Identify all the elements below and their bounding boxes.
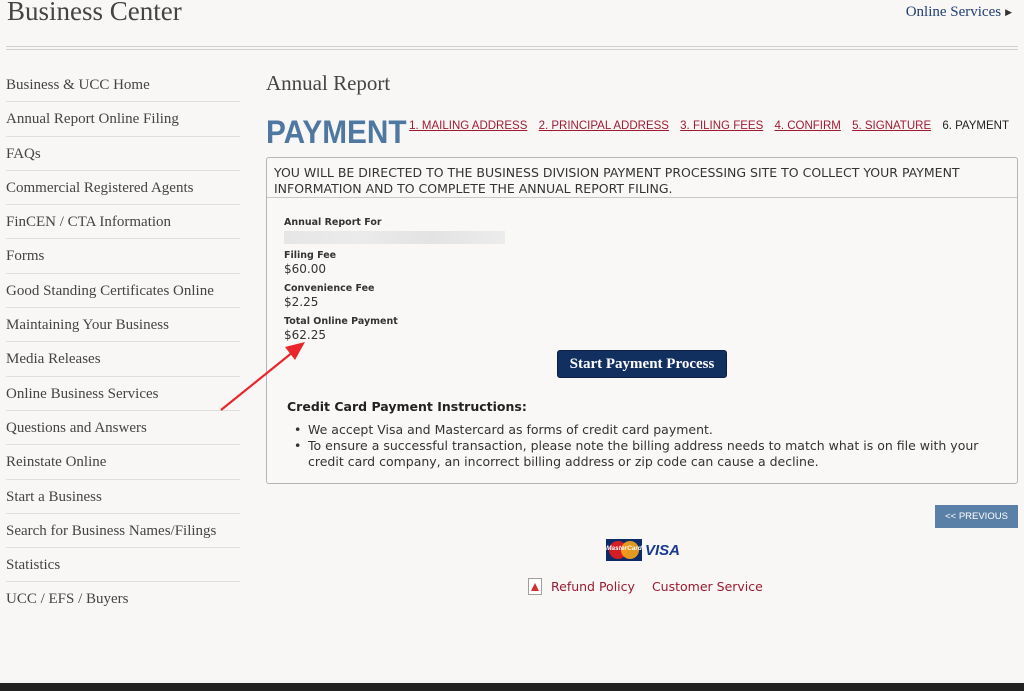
card-logos: MasterCard VISA [606, 539, 680, 561]
online-services-link[interactable]: Online Services ▶ [906, 4, 1012, 21]
sidebar-item-statistics[interactable]: Statistics [6, 548, 240, 583]
total-online-payment-label: Total Online Payment [284, 316, 398, 327]
annual-report-for-label: Annual Report For [284, 217, 382, 228]
convenience-fee-label: Convenience Fee [284, 283, 375, 294]
sidebar-item-good-standing-certificates[interactable]: Good Standing Certificates Online [6, 274, 240, 309]
step-mailing-address[interactable]: 1. MAILING ADDRESS [409, 120, 527, 132]
cc-instructions-title: Credit Card Payment Instructions: [287, 399, 527, 414]
pdf-icon [528, 578, 542, 595]
sidebar-item-media-releases[interactable]: Media Releases [6, 342, 240, 377]
list-item: We accept Visa and Mastercard as forms o… [294, 422, 994, 438]
step-principal-address[interactable]: 2. PRINCIPAL ADDRESS [539, 120, 669, 132]
total-online-payment-value: $62.25 [284, 328, 326, 342]
previous-button[interactable]: << PREVIOUS [935, 505, 1018, 528]
filing-fee-value: $60.00 [284, 262, 326, 276]
bottom-bar [0, 683, 1024, 691]
mastercard-logo-text: MasterCard [606, 545, 642, 552]
convenience-fee-value: $2.25 [284, 295, 319, 309]
sidebar-item-annual-report-online-filing[interactable]: Annual Report Online Filing [6, 102, 240, 137]
header-divider [6, 46, 1018, 50]
sidebar-item-forms[interactable]: Forms [6, 239, 240, 274]
step-filing-fees[interactable]: 3. FILING FEES [680, 120, 763, 132]
refund-policy-link[interactable]: Refund Policy [551, 579, 635, 594]
sidebar-item-fincen-cta[interactable]: FinCEN / CTA Information [6, 205, 240, 240]
site-title: Business Center [7, 0, 182, 26]
section-title: Annual Report [266, 71, 391, 95]
cc-instructions-list: We accept Visa and Mastercard as forms o… [294, 422, 994, 470]
start-payment-button[interactable]: Start Payment Process [557, 350, 727, 378]
visa-logo: VISA [645, 541, 681, 559]
mastercard-logo: MasterCard [606, 539, 642, 561]
step-navigation: 1. MAILING ADDRESS 2. PRINCIPAL ADDRESS … [401, 120, 1009, 132]
sidebar-item-search-business-names[interactable]: Search for Business Names/Filings [6, 514, 240, 549]
sidebar-item-reinstate-online[interactable]: Reinstate Online [6, 445, 240, 480]
list-item: To ensure a successful transaction, plea… [294, 438, 994, 470]
sidebar-item-start-a-business[interactable]: Start a Business [6, 480, 240, 514]
sidebar-item-commercial-registered-agents[interactable]: Commercial Registered Agents [6, 171, 240, 206]
step-signature[interactable]: 5. SIGNATURE [852, 120, 931, 132]
sidebar-item-ucc-efs-buyers[interactable]: UCC / EFS / Buyers [6, 582, 240, 616]
footer-links: Refund Policy Customer Service [528, 578, 763, 595]
step-confirm[interactable]: 4. CONFIRM [774, 120, 840, 132]
chevron-right-icon: ▶ [1005, 7, 1012, 17]
sidebar-item-online-business-services[interactable]: Online Business Services [6, 377, 240, 411]
step-payment-current: 6. PAYMENT [942, 120, 1009, 132]
payment-notice: YOU WILL BE DIRECTED TO THE BUSINESS DIV… [267, 158, 1017, 198]
online-services-label: Online Services [905, 4, 1002, 20]
sidebar: Business & UCC Home Annual Report Online… [6, 68, 240, 617]
sidebar-item-questions-and-answers[interactable]: Questions and Answers [6, 411, 240, 446]
sidebar-item-business-ucc-home[interactable]: Business & UCC Home [6, 68, 240, 103]
payment-box: YOU WILL BE DIRECTED TO THE BUSINESS DIV… [266, 157, 1018, 484]
customer-service-link[interactable]: Customer Service [652, 579, 763, 594]
page-heading: PAYMENT [266, 114, 407, 150]
sidebar-item-maintaining-your-business[interactable]: Maintaining Your Business [6, 308, 240, 343]
filing-fee-label: Filing Fee [284, 250, 337, 261]
redacted-business-name [284, 231, 505, 244]
sidebar-item-faqs[interactable]: FAQs [6, 137, 240, 171]
